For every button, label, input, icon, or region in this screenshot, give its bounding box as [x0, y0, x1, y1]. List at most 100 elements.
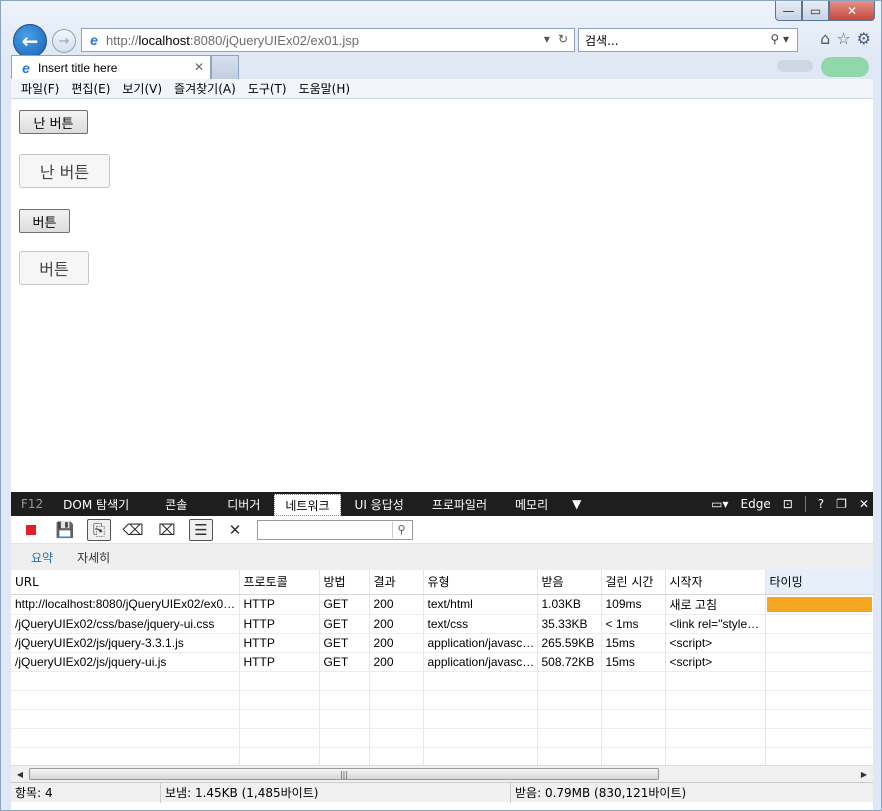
col-received[interactable]: 받음	[537, 570, 602, 595]
col-result[interactable]: 결과	[369, 570, 424, 595]
table-row[interactable]: /jQueryUIEx02/js/jquery-ui.js HTTP GET 2…	[11, 652, 874, 672]
page-content: 난 버튼 난 버튼 버튼 버튼	[11, 99, 873, 492]
col-type[interactable]: 유형	[423, 570, 538, 595]
scrollbar-thumb[interactable]: |||	[29, 768, 659, 780]
empty-row	[11, 747, 874, 767]
filter-input[interactable]: ⚲	[257, 519, 413, 540]
minimize-button[interactable]: —	[775, 1, 802, 21]
cell-result: 200	[369, 614, 424, 634]
tab-profiler[interactable]: 프로파일러	[418, 492, 501, 516]
arrow-left-icon: ←	[21, 29, 39, 53]
menu-bar: 파일(F) 편집(E) 보기(V) 즐겨찾기(A) 도구(T) 도움말(H)	[11, 79, 873, 99]
empty-row	[11, 671, 874, 691]
ie-tab-icon: e	[22, 59, 30, 76]
cell-url: http://localhost:8080/jQueryUIEx02/ex01.…	[11, 594, 240, 615]
col-url[interactable]: URL	[11, 570, 240, 595]
cell-time: < 1ms	[601, 614, 666, 634]
button-plain-1[interactable]: 난 버튼	[19, 110, 88, 134]
cell-type: application/javascript	[423, 633, 538, 653]
cell-timing	[765, 614, 874, 634]
menu-edit[interactable]: 편집(E)	[65, 80, 116, 97]
stop-icon	[26, 524, 36, 535]
home-icon[interactable]: ⌂	[820, 29, 830, 48]
menu-file[interactable]: 파일(F)	[15, 80, 65, 97]
col-time[interactable]: 걸린 시간	[601, 570, 666, 595]
cell-protocol: HTTP	[239, 594, 320, 615]
cell-timing	[765, 594, 874, 615]
clear-cache-icon[interactable]: ⌧	[155, 519, 179, 541]
clear-icon[interactable]: ✕	[223, 519, 247, 541]
address-bar[interactable]: e http://localhost:8080/jQueryUIEx02/ex0…	[81, 28, 575, 52]
horizontal-scrollbar[interactable]: ◀ ||| ▶	[11, 765, 873, 782]
tab-dom-explorer[interactable]: DOM 탐색기	[53, 492, 139, 516]
table-row[interactable]: /jQueryUIEx02/js/jquery-3.3.1.js HTTP GE…	[11, 633, 874, 653]
undock-icon[interactable]: ❐	[836, 497, 847, 511]
cell-timing	[765, 633, 874, 653]
save-icon[interactable]: 💾	[53, 519, 77, 541]
button-jqueryui-2[interactable]: 버튼	[19, 251, 89, 285]
scroll-right-icon[interactable]: ▶	[857, 768, 871, 780]
tab-debugger[interactable]: 디버거	[213, 492, 274, 516]
cell-received: 1.03KB	[537, 594, 602, 615]
scroll-left-icon[interactable]: ◀	[13, 768, 27, 780]
cell-type: text/html	[423, 594, 538, 615]
dropdown-icon[interactable]: ▾	[544, 32, 550, 46]
col-method[interactable]: 방법	[319, 570, 370, 595]
arrow-right-icon: →	[58, 33, 70, 49]
table-header-row: URL 프로토콜 방법 결과 유형 받음 걸린 시간 시작자 타이밍	[11, 570, 874, 595]
cell-timing	[765, 652, 874, 672]
always-refresh-icon[interactable]: ⎘	[87, 518, 111, 541]
emulation-icon[interactable]: ▭▾	[711, 497, 728, 511]
clear-entries-icon[interactable]: ⌫	[121, 519, 145, 541]
cell-time: 109ms	[601, 594, 666, 615]
subtab-details[interactable]: 자세히	[65, 549, 122, 566]
subtab-summary[interactable]: 요약	[19, 549, 65, 566]
favorites-star-icon[interactable]: ☆	[836, 29, 850, 48]
table-row[interactable]: http://localhost:8080/jQueryUIEx02/ex01.…	[11, 594, 874, 615]
col-initiator[interactable]: 시작자	[665, 570, 766, 595]
status-sent: 보냄: 1.45KB (1,485바이트)	[161, 782, 511, 803]
console-toggle-icon[interactable]: ⊡	[783, 497, 793, 511]
refresh-icon[interactable]: ↻	[558, 32, 568, 46]
gear-icon[interactable]: ⚙	[857, 29, 871, 48]
blurred-toolbar-button	[821, 57, 869, 77]
menu-tools[interactable]: 도구(T)	[242, 80, 293, 97]
tab-close-icon[interactable]: ✕	[194, 60, 204, 74]
new-tab-button[interactable]	[211, 55, 239, 79]
menu-view[interactable]: 보기(V)	[116, 80, 168, 97]
separator	[804, 496, 806, 512]
document-mode[interactable]: Edge	[741, 497, 771, 511]
tab-network[interactable]: 네트워크	[274, 494, 341, 516]
tab-memory[interactable]: 메모리	[501, 492, 562, 516]
more-tabs-icon[interactable]: ▼	[562, 492, 591, 516]
maximize-button[interactable]: ▭	[802, 1, 829, 21]
search-icon[interactable]: ⚲ ▾	[770, 32, 789, 46]
search-box[interactable]: 검색... ⚲ ▾	[578, 28, 798, 52]
search-icon[interactable]: ⚲	[392, 521, 410, 538]
cell-received: 35.33KB	[537, 614, 602, 634]
col-protocol[interactable]: 프로토콜	[239, 570, 320, 595]
button-plain-2[interactable]: 버튼	[19, 209, 70, 233]
network-table: URL 프로토콜 방법 결과 유형 받음 걸린 시간 시작자 타이밍 http:…	[11, 570, 874, 767]
status-items: 항목: 4	[11, 782, 161, 803]
tab-ui-responsiveness[interactable]: UI 응답성	[341, 492, 418, 516]
button-jqueryui-1[interactable]: 난 버튼	[19, 154, 110, 188]
table-row[interactable]: /jQueryUIEx02/css/base/jquery-ui.css HTT…	[11, 614, 874, 634]
help-icon[interactable]: ?	[818, 497, 824, 511]
col-timing[interactable]: 타이밍	[765, 570, 874, 595]
forward-button[interactable]: →	[52, 29, 76, 53]
cell-protocol: HTTP	[239, 652, 320, 672]
clear-on-navigate-icon[interactable]: ☰	[189, 518, 213, 541]
cell-method: GET	[319, 614, 370, 634]
tab-console[interactable]: 콘솔	[139, 492, 213, 516]
menu-favorites[interactable]: 즐겨찾기(A)	[168, 80, 242, 97]
tab-active[interactable]: e Insert title here ✕	[11, 55, 211, 79]
back-button[interactable]: ←	[13, 24, 47, 58]
close-devtools-icon[interactable]: ✕	[859, 497, 869, 511]
stop-record-button[interactable]	[19, 519, 43, 541]
menu-help[interactable]: 도움말(H)	[293, 80, 357, 97]
cell-received: 265.59KB	[537, 633, 602, 653]
tab-row: e Insert title here ✕	[11, 55, 873, 79]
devtools-tab-bar: F12 DOM 탐색기 콘솔 디버거 네트워크 UI 응답성 프로파일러 메모리…	[11, 492, 873, 516]
close-window-button[interactable]: ✕	[829, 1, 875, 21]
